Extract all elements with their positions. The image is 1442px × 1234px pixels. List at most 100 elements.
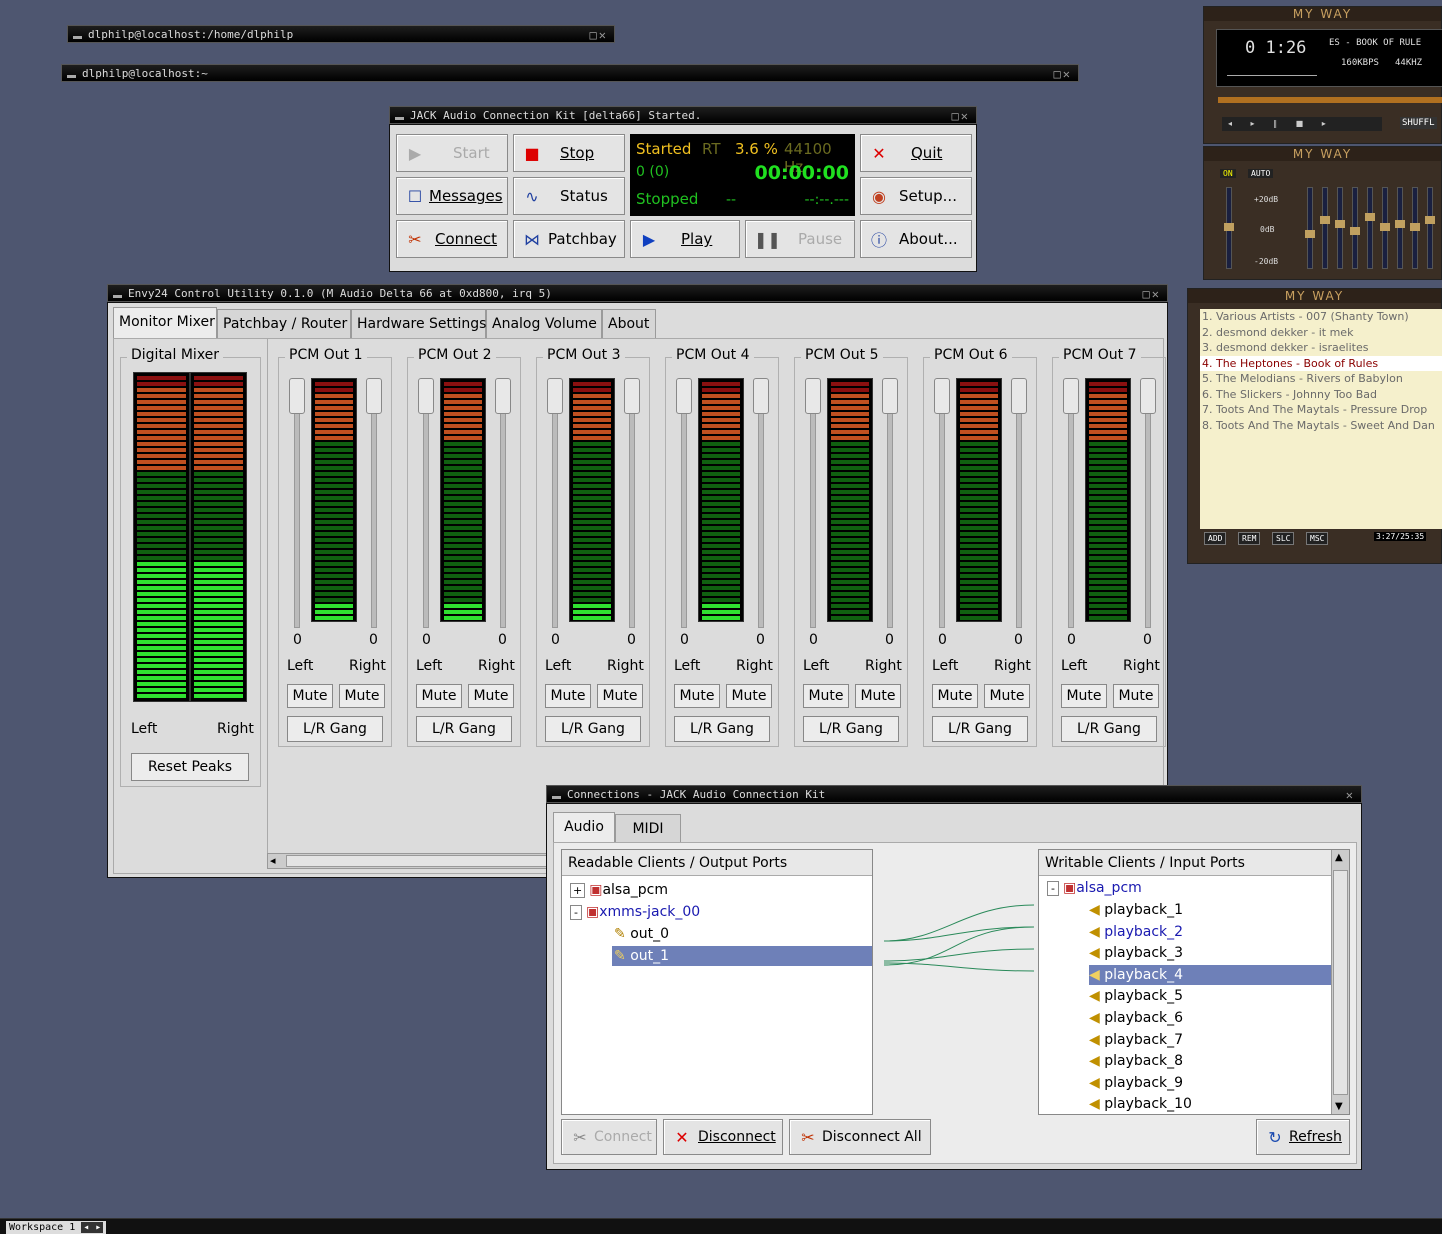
- writable-clients-list[interactable]: Writable Clients / Input Ports - ▣alsa_pc…: [1038, 849, 1350, 1115]
- writable-header[interactable]: Writable Clients / Input Ports: [1039, 850, 1349, 876]
- play-button[interactable]: ▶ Play: [630, 220, 740, 258]
- lr-gang-button[interactable]: L/R Gang: [287, 716, 383, 742]
- eq-knob[interactable]: [1350, 226, 1360, 235]
- start-button[interactable]: ▶ Start: [396, 134, 508, 172]
- terminal-window-1-titlebar[interactable]: dlphilp@localhost:/home/dlphilp □✕: [67, 25, 615, 43]
- left-volume-slider[interactable]: [547, 378, 563, 628]
- tab-hardware-settings[interactable]: Hardware Settings: [351, 309, 486, 338]
- scroll-down-icon[interactable]: ▼: [1335, 1101, 1343, 1112]
- left-volume-slider[interactable]: [934, 378, 950, 628]
- slider-knob[interactable]: [1140, 378, 1156, 414]
- lr-gang-button[interactable]: L/R Gang: [674, 716, 770, 742]
- playlist-entry[interactable]: 7. Toots And The Maytals - Pressure Drop: [1200, 402, 1442, 418]
- eq-knob[interactable]: [1224, 223, 1234, 231]
- eq-knob[interactable]: [1365, 212, 1375, 221]
- playlist-entry[interactable]: 4. The Heptones - Book of Rules: [1200, 355, 1442, 371]
- tab-monitor-mixer[interactable]: Monitor Mixer: [113, 307, 217, 338]
- lr-gang-button[interactable]: L/R Gang: [545, 716, 641, 742]
- mute-left-button[interactable]: Mute: [416, 684, 462, 708]
- eq-band-slider[interactable]: [1410, 187, 1420, 269]
- window-buttons-icon[interactable]: □✕: [590, 26, 608, 42]
- playlist-rem-button[interactable]: REM: [1238, 532, 1261, 545]
- tree-item-playback[interactable]: ◀ playback_5: [1089, 986, 1183, 1006]
- slider-knob[interactable]: [882, 378, 898, 414]
- lr-gang-button[interactable]: L/R Gang: [803, 716, 899, 742]
- collapse-icon[interactable]: -: [570, 905, 582, 920]
- tree-item-out-1[interactable]: ✎ out_1: [612, 946, 872, 966]
- lr-gang-button[interactable]: L/R Gang: [1061, 716, 1157, 742]
- eq-band-slider[interactable]: [1365, 187, 1375, 269]
- mute-right-button[interactable]: Mute: [726, 684, 772, 708]
- about-button[interactable]: ⓘ About...: [860, 220, 972, 258]
- tree-item-playback[interactable]: ◀ playback_1: [1089, 900, 1183, 920]
- minimize-icon[interactable]: [552, 796, 561, 799]
- eq-band-slider[interactable]: [1224, 187, 1234, 269]
- eq-knob[interactable]: [1380, 223, 1390, 231]
- playlist-entry[interactable]: 8. Toots And The Maytals - Sweet And Dan: [1200, 418, 1442, 434]
- slider-knob[interactable]: [624, 378, 640, 414]
- slider-knob[interactable]: [934, 378, 950, 414]
- tab-midi[interactable]: MIDI: [615, 814, 681, 843]
- eq-knob[interactable]: [1335, 219, 1345, 228]
- collapse-icon[interactable]: -: [1047, 881, 1059, 896]
- scroll-left-icon[interactable]: ◂: [270, 854, 276, 867]
- tree-item-playback[interactable]: ◀ playback_3: [1089, 943, 1183, 963]
- eq-knob[interactable]: [1305, 230, 1315, 238]
- eq-auto-button[interactable]: AUTO: [1248, 169, 1274, 178]
- eq-band-slider[interactable]: [1305, 187, 1315, 269]
- slider-knob[interactable]: [418, 378, 434, 414]
- readable-clients-list[interactable]: Readable Clients / Output Ports + ▣alsa_p…: [561, 849, 873, 1115]
- xmms-main-window[interactable]: MY WAY 0 1:26 ES - BOOK OF RULE 160KBPS …: [1203, 6, 1442, 144]
- playlist-entry[interactable]: 1. Various Artists - 007 (Shanty Town): [1200, 309, 1442, 325]
- window-buttons-icon[interactable]: □✕: [952, 107, 970, 123]
- tree-item-playback[interactable]: ◀ playback_6: [1089, 1008, 1183, 1028]
- minimize-icon[interactable]: [73, 36, 82, 39]
- right-volume-slider[interactable]: [495, 378, 511, 628]
- tree-item-alsa-pcm-writable[interactable]: - ▣alsa_pcm: [1047, 878, 1142, 898]
- right-volume-slider[interactable]: [1011, 378, 1027, 628]
- jack-titlebar[interactable]: JACK Audio Connection Kit [delta66] Star…: [389, 106, 977, 124]
- playlist-entry[interactable]: 5. The Melodians - Rivers of Babylon: [1200, 371, 1442, 387]
- prev-workspace-icon[interactable]: ◂ ▸: [81, 1222, 104, 1233]
- mute-left-button[interactable]: Mute: [674, 684, 720, 708]
- window-buttons-icon[interactable]: □✕: [1054, 65, 1072, 81]
- connect-button[interactable]: ✂ Connect: [396, 220, 508, 258]
- connections-titlebar[interactable]: Connections - JACK Audio Connection Kit …: [546, 785, 1362, 803]
- lr-gang-button[interactable]: L/R Gang: [416, 716, 512, 742]
- envy-titlebar[interactable]: Envy24 Control Utility 0.1.0 (M Audio De…: [107, 284, 1168, 302]
- quit-button[interactable]: ✕ Quit: [860, 134, 972, 172]
- eq-band-slider[interactable]: [1350, 187, 1360, 269]
- tree-item-playback[interactable]: ◀ playback_9: [1089, 1073, 1183, 1093]
- right-volume-slider[interactable]: [624, 378, 640, 628]
- xmms-equalizer-window[interactable]: MY WAY ON AUTO +20dB 0dB -20dB: [1203, 146, 1442, 280]
- readable-header[interactable]: Readable Clients / Output Ports: [562, 850, 872, 876]
- pause-button[interactable]: ❚❚ Pause: [745, 220, 855, 258]
- tree-item-playback[interactable]: ◀ playback_4: [1089, 964, 1331, 985]
- seek-bar[interactable]: [1218, 97, 1442, 103]
- playlist-entry[interactable]: 2. desmond dekker - it mek: [1200, 325, 1442, 341]
- minimize-icon[interactable]: [113, 295, 122, 298]
- xmms-titlebar[interactable]: MY WAY: [1204, 7, 1441, 21]
- slider-knob[interactable]: [805, 378, 821, 414]
- minimize-icon[interactable]: [67, 75, 76, 78]
- disconnect-button[interactable]: ✕ Disconnect: [663, 1119, 783, 1155]
- stop-button[interactable]: ■ Stop: [513, 134, 625, 172]
- tree-item-xmms-jack[interactable]: - ▣xmms-jack_00: [570, 902, 700, 922]
- eq-band-slider[interactable]: [1395, 187, 1405, 269]
- playlist-entry[interactable]: 6. The Slickers - Johnny Too Bad: [1200, 387, 1442, 403]
- eq-band-slider[interactable]: [1425, 187, 1435, 269]
- left-volume-slider[interactable]: [676, 378, 692, 628]
- workspace-switcher[interactable]: Workspace 1 ◂ ▸: [6, 1221, 107, 1234]
- right-volume-slider[interactable]: [1140, 378, 1156, 628]
- tree-item-alsa-pcm[interactable]: + ▣alsa_pcm: [570, 880, 668, 900]
- reset-peaks-button[interactable]: Reset Peaks: [131, 753, 249, 781]
- tab-audio[interactable]: Audio: [553, 812, 615, 842]
- left-volume-slider[interactable]: [1063, 378, 1079, 628]
- mute-right-button[interactable]: Mute: [597, 684, 643, 708]
- mute-right-button[interactable]: Mute: [339, 684, 385, 708]
- right-volume-slider[interactable]: [753, 378, 769, 628]
- mute-left-button[interactable]: Mute: [545, 684, 591, 708]
- left-volume-slider[interactable]: [418, 378, 434, 628]
- close-icon[interactable]: ✕: [1346, 786, 1355, 802]
- tree-item-playback[interactable]: ◀ playback_8: [1089, 1051, 1183, 1071]
